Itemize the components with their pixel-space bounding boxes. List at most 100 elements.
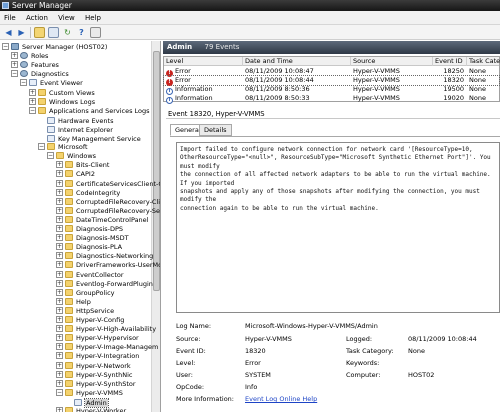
events-grid: Level Date and Time Source Event ID Task… [163,56,500,104]
folder-icon [65,361,73,369]
back-arrow-icon[interactable]: ◀ [3,27,14,38]
user-label: User: [176,371,193,379]
expand-icon[interactable]: + [56,197,63,205]
menu-action[interactable]: Action [22,11,52,25]
folder-icon [65,270,73,278]
menu-view[interactable]: View [54,11,79,25]
expand-icon[interactable]: + [56,370,63,378]
collapse-icon[interactable]: − [29,106,36,114]
folder-icon [65,352,73,360]
folder-icon [65,161,73,169]
log-icon [47,135,55,142]
expand-icon[interactable]: + [56,243,63,251]
grid-header: Level Date and Time Source Event ID Task… [164,57,500,66]
expand-icon[interactable]: + [29,88,36,96]
tree-item-label: Hyper-V-Network [76,361,131,370]
tree-scroll-thumb[interactable] [153,51,160,291]
expand-icon [65,397,72,404]
expand-icon[interactable]: + [56,234,63,242]
expand-icon[interactable]: + [11,61,18,69]
collapse-icon[interactable]: − [47,152,54,160]
cell-date-time: 08/11/2009 8:50:33 [245,94,310,102]
forward-arrow-icon[interactable]: ▶ [16,27,27,38]
tree-item-label: Event Viewer [40,79,83,88]
tree-scrollbar[interactable] [151,41,160,412]
expand-icon[interactable]: + [56,316,63,323]
expand-icon[interactable]: + [56,279,63,287]
expand-icon[interactable]: + [56,179,63,187]
collapse-icon[interactable]: − [20,79,27,87]
tree-item-label: DriverFrameworks-UserMo [76,261,161,270]
column-task-category[interactable]: Task Category [467,57,500,66]
expand-icon[interactable]: + [29,97,36,105]
tree-item[interactable]: + Hyper-V-Worker [56,406,126,412]
menu-file[interactable]: File [0,11,20,25]
tree-item-label: Hyper-V-Worker [76,407,127,412]
expand-icon[interactable]: + [56,334,63,342]
column-date-time[interactable]: Date and Time [243,57,351,66]
cell-level: i Information [164,94,243,104]
tab-details[interactable]: Details [199,124,232,136]
expand-icon[interactable]: + [56,306,63,314]
folder-icon [65,215,73,223]
expand-icon[interactable]: + [56,206,63,214]
tree-item-label: GroupPolicy [76,288,115,297]
folder-icon [65,279,73,287]
user-value: SYSTEM [245,371,271,379]
collapse-icon[interactable]: − [2,43,9,50]
description-line: snapshots and apply any of those snapsho… [180,188,480,204]
expand-icon[interactable]: + [56,361,63,369]
task-category-value: None [408,347,425,355]
log-name-value: Microsoft-Windows-Hyper-V-VMMS/Admin [245,322,378,330]
expand-icon[interactable]: + [56,261,63,269]
expand-icon[interactable]: + [56,161,63,169]
refresh-icon[interactable]: ↻ [62,27,73,38]
logged-label: Logged: [346,335,373,343]
expand-icon[interactable]: + [56,225,63,232]
folder-icon [65,343,73,351]
properties-icon[interactable] [90,27,101,38]
expand-icon[interactable]: + [11,52,18,60]
tree-item-label: CertificateServicesClient-C [76,179,161,188]
expand-icon[interactable]: + [56,407,63,412]
task-category-label: Task Category: [346,347,394,355]
expand-icon[interactable]: + [56,343,63,351]
column-level[interactable]: Level [164,57,243,66]
gear-icon [20,70,28,78]
expand-icon[interactable]: + [56,270,63,278]
table-row[interactable]: i Information 08/11/2009 8:50:36 Hyper-V-VM… [164,85,499,95]
expand-icon[interactable]: + [56,188,63,196]
event-log-online-help-link[interactable]: Event Log Online Help [245,395,317,404]
cell-task-category: None [469,67,486,75]
collapse-icon[interactable]: − [56,388,63,396]
tree-item-label: Hyper-V-Integration [76,352,140,361]
expand-icon[interactable]: + [56,297,63,305]
expand-icon[interactable]: + [56,352,63,360]
column-event-id[interactable]: Event ID [433,57,467,66]
expand-icon[interactable]: + [56,288,63,296]
column-source[interactable]: Source [351,57,433,66]
expand-icon[interactable]: + [56,170,63,178]
tree-item-label: CodeIntegrity [76,188,121,197]
tree-item-label: Windows [67,152,97,161]
expand-icon[interactable]: + [56,325,63,333]
show-hide-tree-icon[interactable] [48,27,59,38]
up-folder-icon[interactable] [34,27,45,38]
collapse-icon[interactable]: − [38,143,45,151]
cell-task-category: None [469,94,486,102]
title-bar: Server Manager [0,0,500,11]
collapse-icon[interactable]: − [11,70,18,78]
expand-icon[interactable]: + [56,215,63,223]
table-row[interactable]: ! Error 08/11/2009 10:08:47 Hyper-V-VMMS 182… [164,67,499,77]
folder-icon [38,106,46,114]
table-row[interactable]: i Information 08/11/2009 8:50:33 Hyper-V-VM… [164,94,499,104]
folder-icon [65,316,73,323]
keywords-label: Keywords: [346,359,380,367]
expand-icon[interactable]: + [56,379,63,387]
tree-item-label: Custom Views [49,88,95,97]
opcode-label: OpCode: [176,383,205,391]
table-row[interactable]: ! Error 08/11/2009 10:08:44 Hyper-V-VMMS 183… [163,75,500,86]
help-icon[interactable]: ? [76,27,87,38]
menu-help[interactable]: Help [81,11,105,25]
expand-icon[interactable]: + [56,252,63,260]
